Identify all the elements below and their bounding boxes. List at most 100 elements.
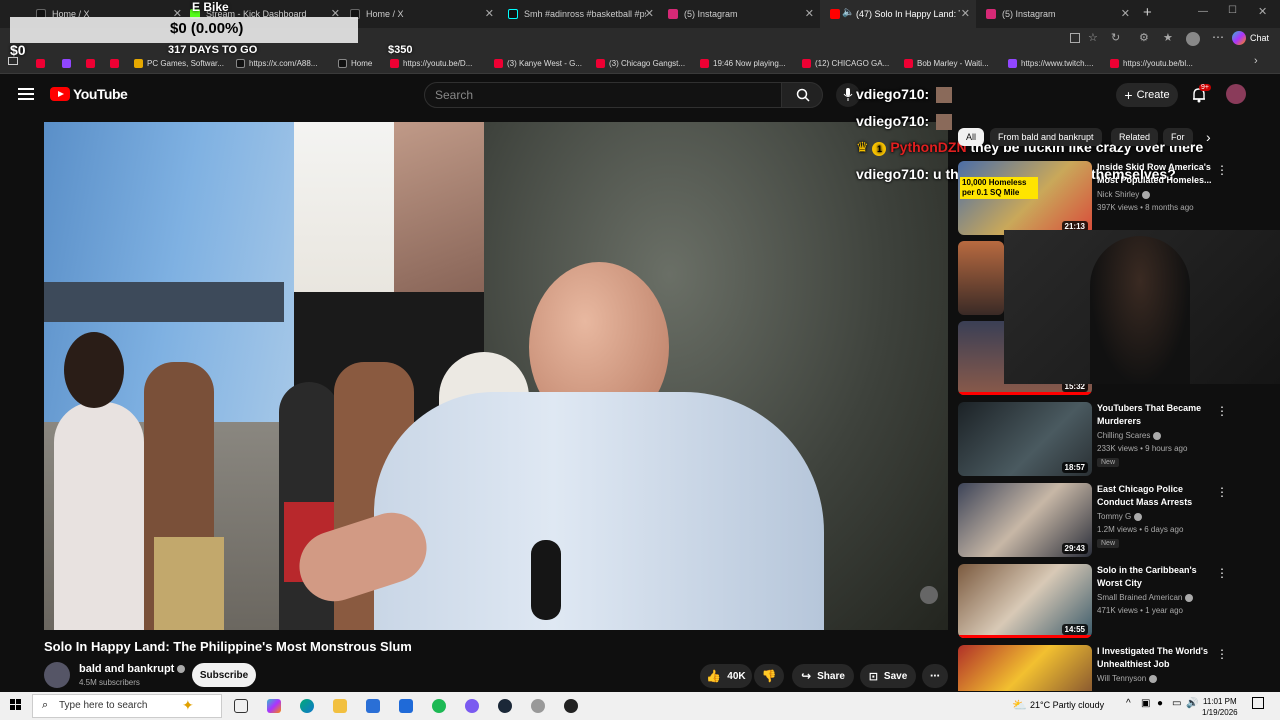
video-title[interactable]: Solo in the Caribbean's Worst City xyxy=(1097,564,1217,590)
kebab-menu-icon[interactable]: ⋮ xyxy=(1216,566,1228,580)
video-title[interactable]: Inside Skid Row America's Most Populated… xyxy=(1097,161,1217,187)
search-button[interactable] xyxy=(781,82,823,108)
chip-all[interactable]: All xyxy=(958,128,985,146)
star-icon[interactable]: ☆ xyxy=(1088,31,1098,44)
bookmark-kanye[interactable]: (3) Kanye West - G... xyxy=(494,56,582,70)
system-clock[interactable]: 11:01 PM 1/19/2026 xyxy=(1202,696,1238,718)
bookmark-twitch[interactable]: https://www.twitch.... xyxy=(1008,56,1093,70)
close-icon[interactable]: ✕ xyxy=(485,7,494,20)
tab-home-x-2[interactable]: Home / X ✕ xyxy=(340,0,500,28)
discord-icon[interactable] xyxy=(465,699,479,713)
bookmark-2[interactable] xyxy=(62,56,75,70)
share-button[interactable]: ↪ Share xyxy=(792,664,854,688)
tab-instagram-1[interactable]: (5) Instagram ✕ xyxy=(658,0,820,28)
windows-start-icon[interactable] xyxy=(10,699,22,711)
video-player[interactable] xyxy=(44,122,948,630)
task-view-icon[interactable] xyxy=(234,699,248,713)
youtube-logo[interactable]: YouTube xyxy=(50,86,128,102)
profile-icon[interactable] xyxy=(1186,32,1200,46)
favorites-icon[interactable]: ★ xyxy=(1163,31,1173,44)
close-icon[interactable]: ✕ xyxy=(645,7,654,20)
bookmark-x-a88[interactable]: https://x.com/A88... xyxy=(236,56,317,70)
spotify-icon[interactable] xyxy=(432,699,446,713)
bookmark-chicago-ga[interactable]: (12) CHICAGO GA... xyxy=(802,56,889,70)
microphone-icon[interactable]: ● xyxy=(1157,698,1163,709)
extensions-icon[interactable] xyxy=(1070,33,1080,43)
create-button[interactable]: + Create xyxy=(1116,83,1178,107)
refresh-icon[interactable]: ↻ xyxy=(1111,31,1120,44)
close-icon[interactable]: ✕ xyxy=(1121,7,1130,20)
account-avatar[interactable] xyxy=(1226,84,1246,104)
more-icon[interactable]: ⋯ xyxy=(1212,30,1224,44)
bookmark-youtu-d[interactable]: https://youtu.be/D... xyxy=(390,56,472,70)
steam-icon[interactable] xyxy=(498,699,512,713)
more-actions-button[interactable]: ⋯ xyxy=(922,664,948,688)
close-icon[interactable]: ✕ xyxy=(805,7,814,20)
search-input[interactable]: Search xyxy=(424,82,782,108)
weather-text[interactable]: 21°C Partly cloudy xyxy=(1030,700,1104,710)
channel-name[interactable]: Chilling Scares xyxy=(1097,431,1162,440)
chip-for-you[interactable]: For xyxy=(1163,128,1193,146)
speaker-icon[interactable]: 🔈 xyxy=(842,7,854,18)
chevron-up-icon[interactable]: ^ xyxy=(1126,698,1131,709)
kebab-menu-icon[interactable]: ⋮ xyxy=(1216,485,1228,499)
video-thumbnail[interactable]: 14:55 xyxy=(958,564,1092,638)
chevron-right-icon[interactable]: › xyxy=(1206,129,1211,145)
tab-instagram-2[interactable]: (5) Instagram ✕ xyxy=(976,0,1136,28)
copilot-chat-button[interactable]: Chat xyxy=(1232,31,1269,45)
edge-icon[interactable] xyxy=(300,699,314,713)
chip-from-channel[interactable]: From bald and bankrupt xyxy=(990,128,1102,146)
mail-icon[interactable] xyxy=(399,699,413,713)
bookmark-chicago-gangst[interactable]: (3) Chicago Gangst... xyxy=(596,56,685,70)
channel-name[interactable]: Nick Shirley xyxy=(1097,190,1151,199)
subscribe-button[interactable]: Subscribe xyxy=(192,663,256,687)
video-thumbnail[interactable]: 10,000 Homeless per 0.1 SQ Mile 21:13 xyxy=(958,161,1092,235)
video-thumbnail[interactable] xyxy=(958,241,1004,315)
chip-related[interactable]: Related xyxy=(1111,128,1159,146)
kebab-menu-icon[interactable]: ⋮ xyxy=(1216,647,1228,661)
related-video[interactable]: 14:55 Solo in the Caribbean's Worst City… xyxy=(958,564,1258,640)
minimize-icon[interactable]: — xyxy=(1198,6,1208,17)
bookmark-folder-icon[interactable] xyxy=(8,57,18,65)
video-thumbnail[interactable] xyxy=(958,645,1092,691)
obs-icon[interactable] xyxy=(564,699,578,713)
notification-center-icon[interactable] xyxy=(1252,697,1264,709)
like-button[interactable]: 👍 40K xyxy=(700,664,752,688)
chevron-right-icon[interactable]: › xyxy=(1254,55,1258,67)
settings-icon[interactable]: ⚙ xyxy=(1139,31,1149,44)
video-thumbnail[interactable]: 29:43 xyxy=(958,483,1092,557)
bookmark-now-playing[interactable]: 19:46 Now playing... xyxy=(700,56,786,70)
app-icon[interactable] xyxy=(531,699,545,713)
video-title[interactable]: YouTubers That Became Murderers xyxy=(1097,402,1217,428)
bookmark-bob-marley[interactable]: Bob Marley - Waiti... xyxy=(904,56,989,70)
kebab-menu-icon[interactable]: ⋮ xyxy=(1216,404,1228,418)
related-video[interactable]: 10,000 Homeless per 0.1 SQ Mile 21:13 In… xyxy=(958,161,1258,237)
channel-name[interactable]: bald and bankrupt xyxy=(79,663,186,675)
volume-icon[interactable]: 🔊 xyxy=(1186,698,1198,709)
video-title[interactable]: I Investigated The World's Unhealthiest … xyxy=(1097,645,1217,671)
save-button[interactable]: ⊡ Save xyxy=(860,664,916,688)
video-thumbnail[interactable]: 18:57 xyxy=(958,402,1092,476)
kebab-menu-icon[interactable]: ⋮ xyxy=(1216,163,1228,177)
dislike-button[interactable]: 👎 xyxy=(754,664,784,688)
bookmark-youtu-bl[interactable]: https://youtu.be/bl... xyxy=(1110,56,1193,70)
bookmark-4[interactable] xyxy=(110,56,123,70)
maximize-icon[interactable]: ☐ xyxy=(1228,5,1237,16)
channel-name[interactable]: Tommy G xyxy=(1097,512,1143,521)
bookmark-1[interactable] xyxy=(36,56,49,70)
bookmark-pc-games[interactable]: PC Games, Softwar... xyxy=(134,56,224,70)
related-video[interactable]: 18:57 YouTubers That Became Murderers Ch… xyxy=(958,402,1258,478)
tab-youtube-active[interactable]: 🔈 (47) Solo In Happy Land: The ✕ xyxy=(820,0,976,28)
close-window-icon[interactable]: ✕ xyxy=(1258,5,1267,18)
close-icon[interactable]: ✕ xyxy=(961,7,970,20)
related-video[interactable]: I Investigated The World's Unhealthiest … xyxy=(958,645,1258,691)
channel-name[interactable]: Will Tennyson xyxy=(1097,674,1158,683)
bookmark-home[interactable]: Home xyxy=(338,56,372,70)
menu-icon[interactable] xyxy=(18,88,34,100)
camera-icon[interactable]: ▣ xyxy=(1141,698,1150,709)
tab-tiktok[interactable]: Smh #adinross #basketball #psyc ✕ xyxy=(498,0,660,28)
store-icon[interactable] xyxy=(366,699,380,713)
new-tab-icon[interactable]: + xyxy=(1143,4,1152,21)
related-video[interactable]: 29:43 East Chicago Police Conduct Mass A… xyxy=(958,483,1258,559)
bookmark-3[interactable] xyxy=(86,56,99,70)
